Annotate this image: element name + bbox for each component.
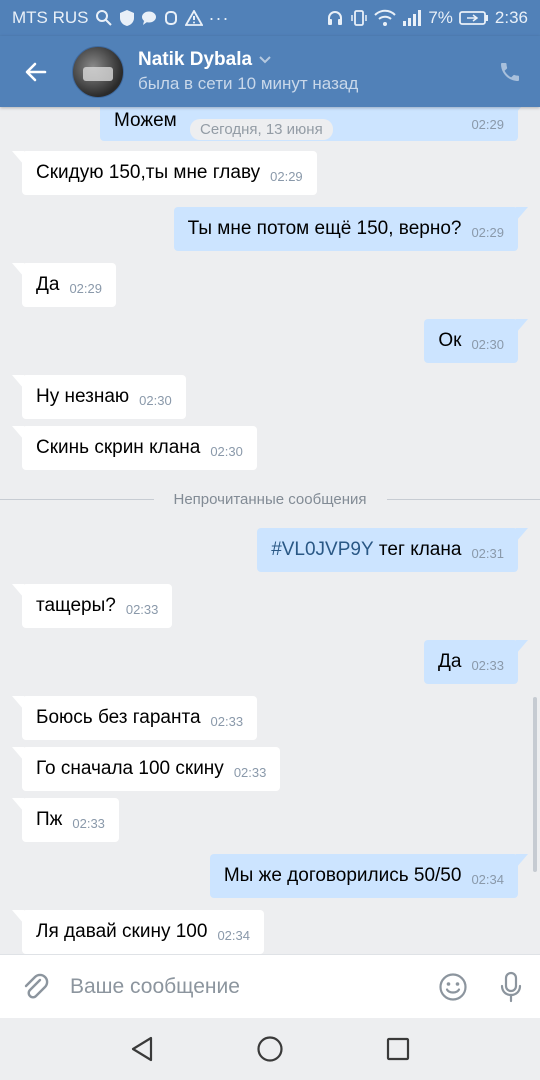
vibrate-icon: [351, 10, 368, 26]
status-bar: MTS RUS ··· 7% 2:36: [0, 0, 540, 36]
unread-label: Непрочитанные сообщения: [173, 490, 367, 508]
message-text: Мы же договорились 50/50: [223, 865, 462, 886]
message-bubble-incoming[interactable]: Ля давай скину 100 02:34: [12, 910, 264, 954]
warning-notification-icon: [184, 10, 203, 26]
microphone-icon: [500, 971, 522, 1002]
message-time: 02:33: [125, 602, 159, 617]
message-time: 02:29: [471, 225, 504, 240]
nav-recents-button[interactable]: [378, 1029, 418, 1069]
nav-back-button[interactable]: [122, 1029, 162, 1069]
attach-button[interactable]: [0, 955, 70, 1019]
signal-icon: [403, 10, 422, 26]
shield-notification-icon: [119, 10, 134, 26]
contact-info[interactable]: Natik Dybala была в сети 10 минут назад: [138, 49, 358, 94]
emoji-button[interactable]: [424, 955, 482, 1019]
contact-name: Natik Dybala: [138, 49, 253, 70]
message-text: Ну незнаю: [36, 386, 130, 407]
message-text: Ок: [438, 330, 462, 351]
square-recents-icon: [386, 1037, 410, 1061]
carrier-label: MTS RUS: [12, 8, 89, 27]
message-bubble-incoming[interactable]: Скидую 150,ты мне главу 02:29: [12, 151, 317, 195]
clock: 2:36: [494, 8, 528, 27]
headset-icon: [328, 11, 343, 25]
message-text: Ля давай скину 100: [36, 921, 208, 942]
message-time: 02:30: [471, 337, 504, 352]
wifi-icon: [374, 9, 397, 26]
message-time: 02:30: [139, 393, 172, 408]
message-time: 02:34: [217, 928, 250, 943]
message-text: Можем: [114, 110, 177, 131]
message-text: Скинь скрин клана: [36, 437, 201, 458]
more-notifications-icon: ···: [208, 7, 230, 28]
scrollbar[interactable]: [533, 697, 537, 872]
message-time: 02:30: [210, 444, 243, 459]
battery-percent: 7%: [428, 8, 453, 27]
search-notification-icon: [95, 10, 112, 26]
message-time: 02:29: [471, 117, 504, 132]
message-bubble-incoming[interactable]: Го сначала 100 скину 02:33: [11, 747, 281, 791]
chevron-down-icon: [259, 56, 271, 64]
message-time: 02:33: [471, 658, 504, 673]
system-navigation-bar: [0, 1018, 540, 1080]
message-bubble-incoming[interactable]: Скинь скрин клана 02:30: [12, 426, 257, 470]
back-button[interactable]: [0, 36, 72, 107]
battery-icon: [459, 11, 488, 25]
voice-message-button[interactable]: [482, 955, 540, 1019]
message-time: 02:31: [471, 546, 504, 561]
message-bubble-outgoing[interactable]: Ок 02:30: [424, 319, 528, 363]
message-text: Ты мне потом ещё 150, верно?: [187, 218, 462, 239]
message-list[interactable]: Можем 02:29 Сегодня, 13 июня Скидую 150,…: [0, 107, 540, 954]
chat-header: Natik Dybala была в сети 10 минут назад: [0, 36, 540, 107]
hand-notification-icon: [164, 11, 177, 25]
message-bubble-incoming[interactable]: Боюсь без гаранта 02:33: [11, 696, 258, 740]
message-text: тащеры?: [36, 595, 116, 616]
message-bubble-outgoing[interactable]: #VL0JVP9Y тег клана 02:31: [257, 528, 528, 572]
triangle-back-icon: [131, 1036, 153, 1062]
chat-notification-icon: [141, 11, 156, 25]
message-bubble-outgoing[interactable]: Мы же договорились 50/50 02:34: [209, 854, 529, 898]
nav-home-button[interactable]: [250, 1029, 290, 1069]
message-bubble-incoming[interactable]: Да 02:29: [12, 263, 116, 307]
call-button[interactable]: [480, 36, 540, 107]
message-text: тег клана: [373, 539, 462, 560]
arrow-left-icon: [25, 62, 47, 81]
message-bubble-outgoing[interactable]: Ты мне потом ещё 150, верно? 02:29: [173, 207, 529, 251]
smile-icon: [439, 972, 467, 1001]
message-text: Скидую 150,ты мне главу: [36, 162, 261, 183]
message-time: 02:33: [72, 816, 105, 831]
message-time: 02:29: [69, 281, 102, 296]
message-time: 02:33: [210, 714, 244, 729]
message-input[interactable]: [70, 966, 424, 1007]
message-time: 02:33: [233, 765, 267, 780]
phone-icon: [501, 62, 519, 81]
message-bubble-incoming[interactable]: Пж 02:33: [12, 798, 119, 842]
message-text: Пж: [36, 809, 63, 830]
message-bubble-incoming[interactable]: Ну незнаю 02:30: [12, 375, 186, 419]
message-bubble-outgoing[interactable]: Да 02:33: [424, 640, 528, 684]
unread-divider: Непрочитанные сообщения: [0, 487, 540, 511]
avatar[interactable]: [72, 45, 124, 98]
message-text: Го сначала 100 скину: [36, 758, 224, 779]
hashtag-link[interactable]: #VL0JVP9Y: [271, 539, 373, 561]
message-time: 02:34: [471, 872, 504, 887]
date-separator: Сегодня, 13 июня: [190, 119, 333, 140]
paperclip-icon: [24, 973, 49, 998]
message-text: Боюсь без гаранта: [36, 707, 201, 728]
message-text: Да: [438, 651, 462, 672]
circle-home-icon: [257, 1036, 283, 1062]
message-text: Да: [36, 274, 60, 295]
contact-status: была в сети 10 минут назад: [138, 74, 359, 93]
message-bubble-incoming[interactable]: тащеры? 02:33: [11, 584, 173, 628]
message-time: 02:29: [270, 169, 303, 184]
message-composer: [0, 954, 540, 1018]
